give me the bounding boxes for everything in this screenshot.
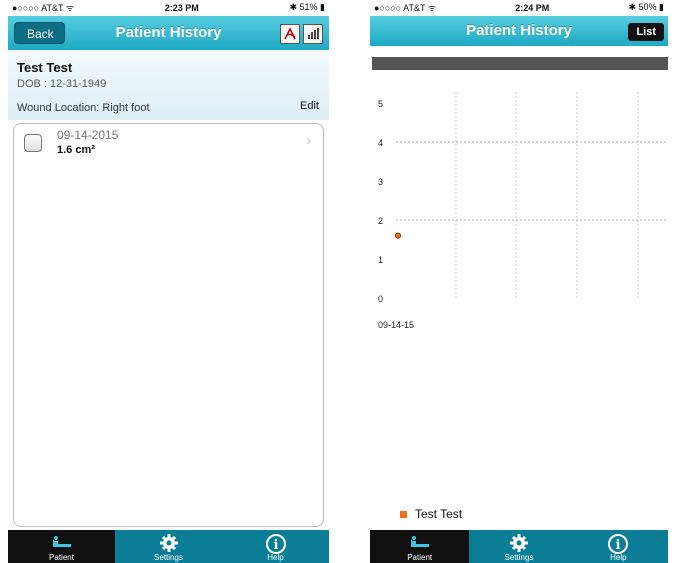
battery-label: ✱ 50% ▮ [628,2,664,12]
tab-help[interactable]: i Help [569,530,668,563]
wound-area-chart: 0 1 2 3 4 5 09-14-15 [378,92,668,330]
patient-chart-screen: ●○○○○ AT&T ᯤ 2:24 PM ✱ 50% ▮ Patient His… [370,0,668,563]
nav-bar: Patient History List [370,16,668,46]
select-checkbox[interactable] [24,134,42,152]
chevron-right-icon: › [306,132,311,148]
pdf-icon[interactable] [280,24,300,44]
status-time: 2:23 PM [164,2,199,13]
y-tick-label: 1 [378,255,383,265]
status-bar: ●○○○○ AT&T ᯤ 2:24 PM ✱ 50% ▮ [370,0,668,15]
edit-button[interactable]: Edit [300,100,319,112]
history-list: 09-14-2015 1.6 cm² › [13,123,324,527]
entry-area: 1.6 cm² [57,144,95,156]
y-tick-label: 0 [378,294,383,304]
tab-bar: Patient Settings i Help [8,530,329,563]
tab-settings[interactable]: Settings [115,530,222,563]
list-button[interactable]: List [628,23,664,41]
patient-dob: DOB : 12-31-1949 [17,78,107,90]
chart-header-bar [372,57,668,70]
tab-patient[interactable]: Patient [370,530,470,563]
tab-patient[interactable]: Patient [8,530,115,563]
patient-bed-icon [50,533,74,553]
x-tick-label: 09-14-15 [378,320,414,330]
y-tick-label: 4 [378,138,383,148]
patient-header: Test Test DOB : 12-31-1949 Wound Locatio… [8,50,329,120]
tab-help[interactable]: i Help [222,530,329,563]
y-tick-label: 5 [378,99,383,109]
legend-swatch [400,510,407,518]
status-time: 2:24 PM [515,2,550,13]
chart-legend: Test Test [400,507,462,521]
status-bar: ●○○○○ AT&T ᯤ 2:23 PM ✱ 51% ▮ [8,0,329,15]
page-title: Patient History [466,22,572,39]
chart-icon[interactable] [303,24,323,44]
carrier-label: ●○○○○ AT&T ᯤ [374,3,437,13]
gear-icon [509,533,529,555]
patient-bed-icon [408,533,432,553]
patient-list-screen: ●○○○○ AT&T ᯤ 2:23 PM ✱ 51% ▮ Back Patien… [8,0,329,563]
gear-icon [159,533,179,555]
entry-date: 09-14-2015 [57,128,119,142]
battery-label: ✱ 51% ▮ [289,2,325,12]
carrier-label: ●○○○○ AT&T ᯤ [12,3,75,13]
list-item[interactable]: 09-14-2015 1.6 cm² › [14,124,323,164]
y-tick-label: 2 [378,216,383,226]
tab-bar: Patient Settings i Help [370,530,668,563]
data-point [394,232,401,239]
svg-text:i: i [616,538,621,553]
tab-settings[interactable]: Settings [469,530,568,563]
svg-text:i: i [273,538,278,553]
y-tick-label: 3 [378,177,383,187]
patient-name: Test Test [17,60,73,75]
wound-location: Wound Location: Right foot [17,102,150,114]
legend-label: Test Test [415,507,463,521]
nav-bar: Back Patient History [8,16,329,50]
